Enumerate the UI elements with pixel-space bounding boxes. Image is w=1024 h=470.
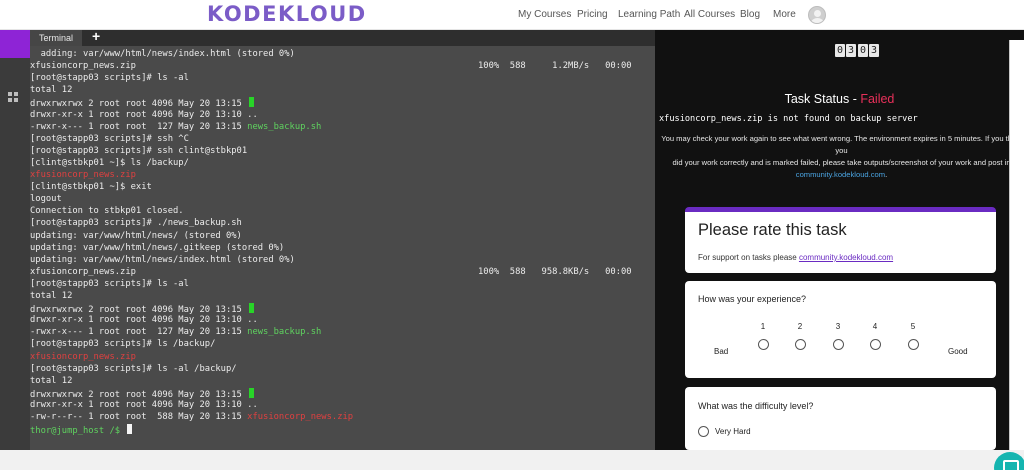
bad-label: Bad [714, 347, 729, 356]
terminal-line: total 12 [30, 85, 73, 96]
difficulty-question: What was the difficulty level? [698, 401, 814, 411]
terminal-tab-bar: Terminal + [30, 28, 655, 46]
nav-all-courses[interactable]: All Courses [684, 9, 735, 20]
terminal-line: [root@stapp03 scripts]# ./news_backup.sh [30, 218, 242, 229]
rate-task-card: Please rate this task For support on tas… [685, 207, 996, 273]
task-info-text: You may check your work again to see wha… [661, 134, 1022, 179]
support-community-link[interactable]: community.kodekloud.com [799, 253, 893, 262]
terminal-line: drwxr-xr-x 1 root root 4096 May 20 13:10… [30, 399, 258, 410]
terminal-line: [clint@stbkp01 ~]$ ls /backup/ [30, 157, 189, 168]
terminal-cursor [249, 387, 255, 398]
terminal-line: drwxrwxrwx 2 root root 4096 May 20 13:15 [30, 303, 255, 315]
terminal-line: -rwxr-x--- 1 root root 127 May 20 13:15 … [30, 121, 322, 132]
terminal-line: xfusioncorp_news.zip [30, 351, 136, 362]
timer-digit: 0 [858, 44, 868, 57]
right-scroll-edge [1009, 40, 1024, 450]
terminal-cursor [249, 303, 255, 314]
nav-my-courses[interactable]: My Courses [518, 9, 571, 20]
terminal-line: [root@stapp03 scripts]# ls -al [30, 278, 189, 289]
task-panel: 0 3 0 3 Task Status - Failed xfusioncorp… [655, 30, 1024, 450]
terminal-cursor [127, 424, 133, 435]
bottom-strip [0, 450, 1024, 470]
rating-radio-2[interactable] [795, 339, 806, 350]
timer-digit: 3 [869, 44, 879, 57]
terminal-cursor [249, 97, 255, 108]
terminal-line: -rwxr-x--- 1 root root 127 May 20 13:15 … [30, 327, 322, 338]
terminal-line: updating: var/www/html/news/ (stored 0%) [30, 230, 242, 241]
terminal-line: updating: var/www/html/news/.gitkeep (st… [30, 242, 285, 253]
terminal-line: thor@jump_host /$ [30, 424, 133, 436]
experience-question: How was your experience? [698, 294, 807, 304]
terminal-line: adding: var/www/html/news/index.html (st… [30, 49, 295, 59]
terminal-line: drwxrwxrwx 2 root root 4096 May 20 13:15 [30, 387, 255, 400]
terminal-line: total 12 [30, 375, 73, 386]
scale-label: 4 [872, 322, 878, 331]
timer-digit: 3 [846, 44, 856, 57]
terminal-line: updating: var/www/html/news/index.html (… [30, 254, 295, 265]
terminal-line: xfusioncorp_news.zip [30, 170, 136, 180]
scale-label: 5 [910, 322, 916, 331]
community-link[interactable]: community.kodekloud.com [796, 170, 885, 179]
timer-digit: 0 [835, 44, 845, 57]
difficulty-option-label: Very Hard [715, 427, 751, 436]
difficulty-card: What was the difficulty level? Very Hard [685, 387, 996, 450]
transfer-stats: 100% 588 1.2MB/s 00:00 [478, 61, 632, 72]
status-failed-badge: Failed [860, 92, 895, 106]
nav-learning-path[interactable]: Learning Path [618, 9, 680, 20]
user-avatar-icon[interactable] [808, 6, 826, 24]
terminal-line: drwxrwxrwx 2 root root 4096 May 20 13:15 [30, 97, 255, 109]
rating-radio-3[interactable] [833, 339, 844, 350]
terminal-line: drwxr-xr-x 1 root root 4096 May 20 13:10… [30, 315, 258, 326]
error-message: xfusioncorp_news.zip is not found on bac… [659, 114, 918, 124]
terminal-line: xfusioncorp_news.zip [30, 61, 136, 72]
scale-label: 1 [760, 322, 766, 331]
scale-label: 2 [797, 322, 803, 331]
terminal-line: xfusioncorp_news.zip [30, 266, 136, 277]
rating-radio-1[interactable] [758, 339, 769, 350]
rate-task-title: Please rate this task [698, 221, 847, 239]
terminal-line: drwxr-xr-x 1 root root 4096 May 20 13:10… [30, 109, 258, 120]
terminal-line: total 12 [30, 291, 73, 301]
terminal-line: [root@stapp03 scripts]# ls -al /backup/ [30, 363, 237, 374]
kodekloud-logo[interactable]: KODEKLOUD [207, 2, 367, 26]
support-text: For support on tasks please community.ko… [698, 253, 894, 262]
terminal-line: Connection to stbkp01 closed. [30, 206, 184, 217]
terminal-panel: Terminal + adding: var/www/html/news/ind… [30, 28, 655, 450]
terminal-line: logout [30, 194, 62, 205]
difficulty-radio-very-hard[interactable] [698, 426, 709, 437]
task-status-heading: Task Status - Failed [784, 92, 895, 106]
add-tab-button[interactable]: + [92, 28, 100, 44]
nav-more[interactable]: More [773, 9, 796, 20]
terminal-line: [root@stapp03 scripts]# ssh clint@stbkp0… [30, 145, 248, 156]
experience-card: How was your experience? 1 2 3 4 5 Bad G… [685, 281, 996, 378]
terminal-line: -rw-r--r-- 1 root root 588 May 20 13:15 … [30, 412, 354, 422]
sidebar-accent [0, 30, 30, 58]
top-navbar: KODEKLOUD My Courses Pricing Learning Pa… [0, 0, 1024, 30]
good-label: Good [948, 347, 968, 356]
grid-icon[interactable] [8, 92, 18, 102]
transfer-stats: 100% 588 958.8KB/s 00:00 [478, 266, 632, 277]
rating-radio-4[interactable] [870, 339, 881, 350]
left-sidebar [0, 58, 30, 450]
nav-blog[interactable]: Blog [740, 9, 760, 20]
terminal-line: [root@stapp03 scripts]# ls -al [30, 73, 189, 84]
terminal-line: [clint@stbkp01 ~]$ exit [30, 182, 152, 193]
terminal-output[interactable]: adding: var/www/html/news/index.html (st… [30, 46, 655, 450]
scale-label: 3 [835, 322, 841, 331]
tab-terminal[interactable]: Terminal [30, 30, 82, 46]
nav-pricing[interactable]: Pricing [577, 9, 608, 20]
rating-radio-5[interactable] [908, 339, 919, 350]
terminal-line: [root@stapp03 scripts]# ssh ^C [30, 133, 189, 144]
terminal-line: [root@stapp03 scripts]# ls /backup/ [30, 339, 216, 350]
